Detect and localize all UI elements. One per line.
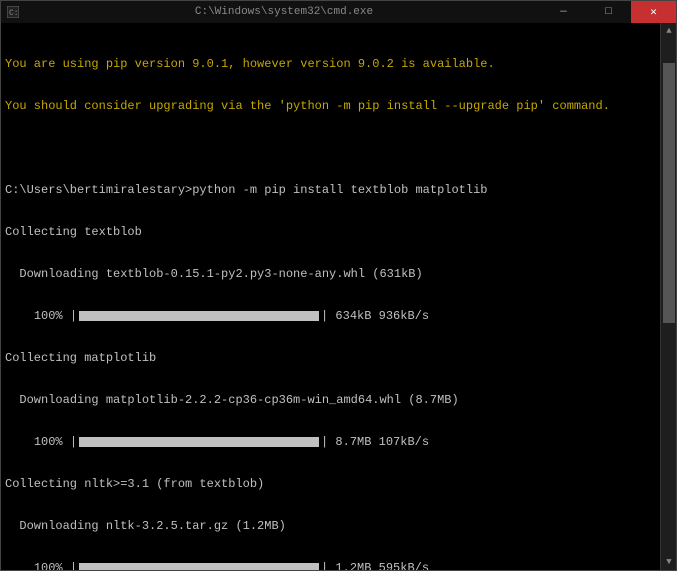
cmd-icon: C: [7,5,21,19]
output-line: Collecting textblob [5,225,656,239]
output-line: Downloading matplotlib-2.2.2-cp36-cp36m-… [5,393,656,407]
vertical-scrollbar[interactable]: ▲ ▼ [660,23,676,570]
progress-line: 100% || 1.2MB 595kB/s [5,561,656,570]
svg-text:C:: C: [9,9,19,18]
pip-warning-line: You should consider upgrading via the 'p… [5,99,656,113]
progress-line: 100% || 8.7MB 107kB/s [5,435,656,449]
close-button[interactable]: ✕ [631,1,676,23]
progress-bar [79,437,319,447]
scroll-up-arrow-icon[interactable]: ▲ [661,23,676,39]
output-line: Downloading nltk-3.2.5.tar.gz (1.2MB) [5,519,656,533]
progress-bar [79,563,319,570]
cmd-window: C: C:\Windows\system32\cmd.exe — □ ✕ You… [0,0,677,571]
progress-line: 100% || 634kB 936kB/s [5,309,656,323]
prompt-line: C:\Users\bertimiralestary>python -m pip … [5,183,656,197]
titlebar[interactable]: C: C:\Windows\system32\cmd.exe — □ ✕ [1,1,676,23]
scroll-down-arrow-icon[interactable]: ▼ [661,554,676,570]
console-area[interactable]: You are using pip version 9.0.1, however… [1,23,676,570]
console-output: You are using pip version 9.0.1, however… [1,23,660,570]
minimize-button[interactable]: — [541,1,586,23]
progress-bar [79,311,319,321]
scroll-thumb[interactable] [663,63,675,323]
output-line: Downloading textblob-0.15.1-py2.py3-none… [5,267,656,281]
window-title: C:\Windows\system32\cmd.exe [27,6,541,18]
pip-warning-line: You are using pip version 9.0.1, however… [5,57,656,71]
output-line: Collecting nltk>=3.1 (from textblob) [5,477,656,491]
maximize-button[interactable]: □ [586,1,631,23]
output-line: Collecting matplotlib [5,351,656,365]
